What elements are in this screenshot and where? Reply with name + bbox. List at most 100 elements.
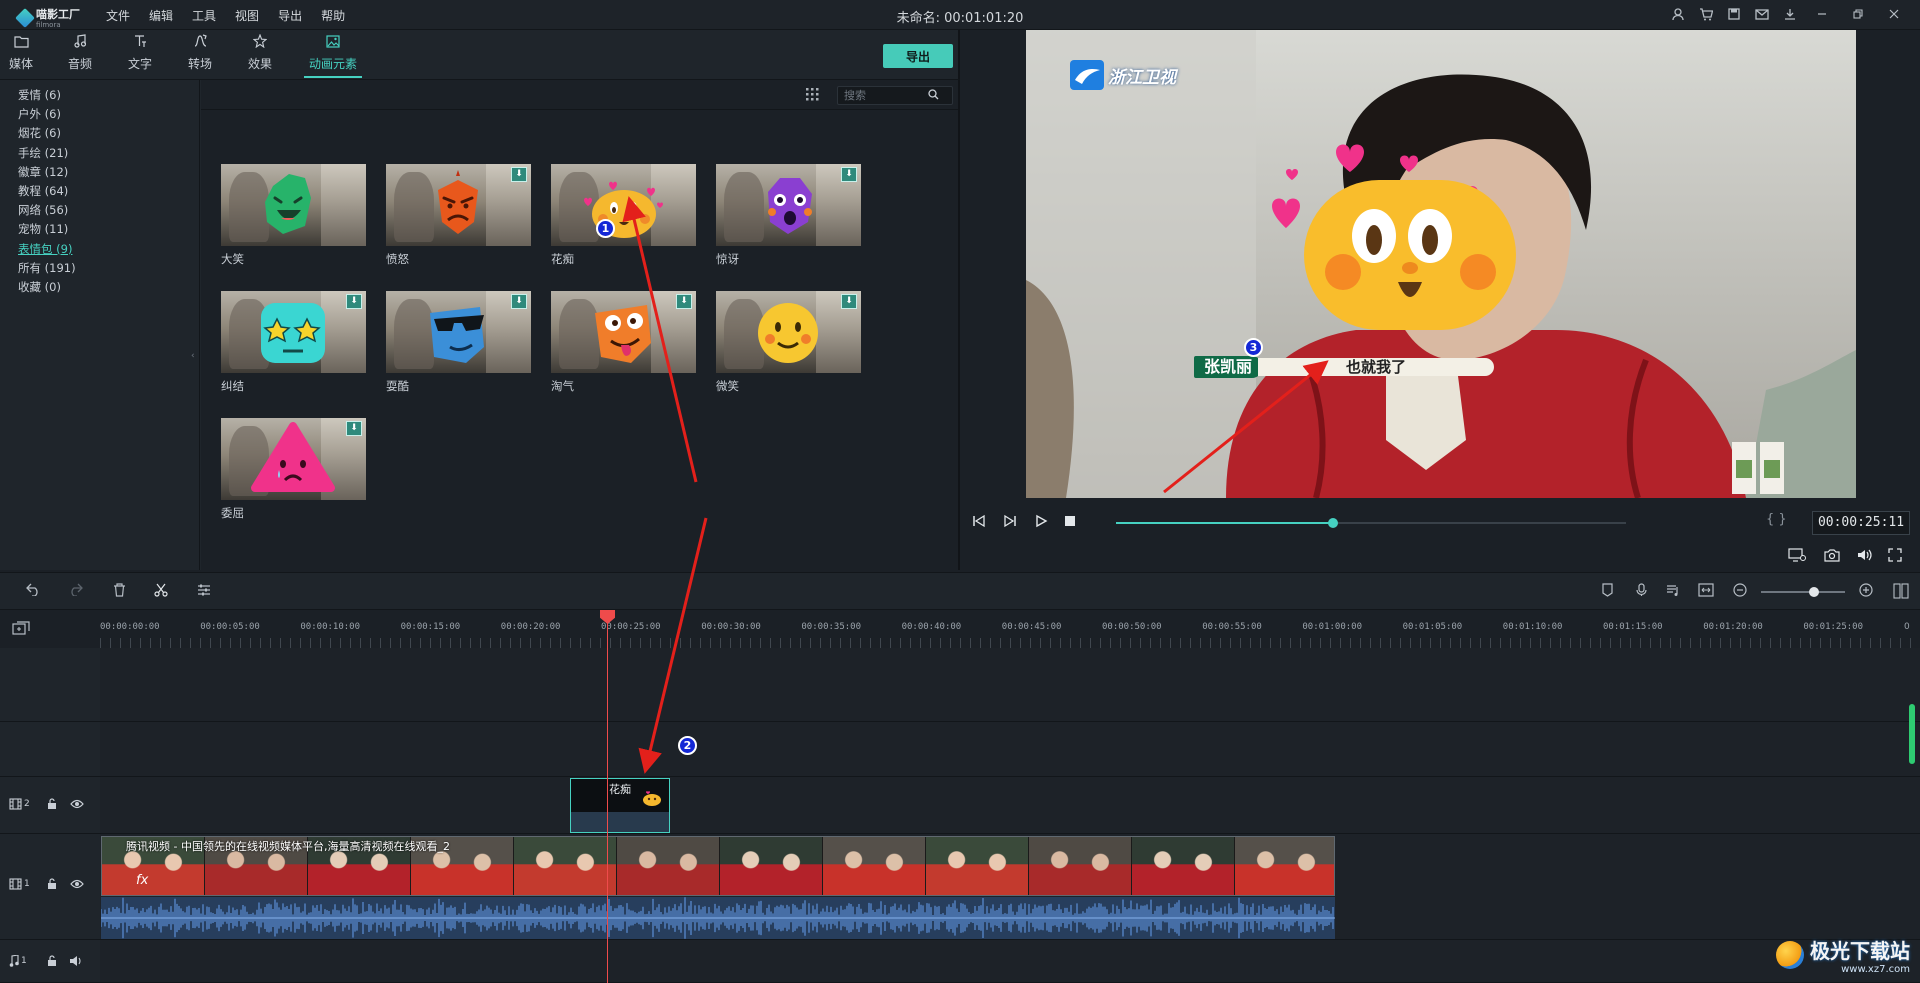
fullscreen-icon[interactable] — [1888, 548, 1902, 566]
menu-tools[interactable]: 工具 — [192, 7, 216, 24]
search-input[interactable] — [838, 89, 928, 102]
zoom-in-icon[interactable] — [1859, 583, 1873, 601]
sticker-thumb-infatuated[interactable]: 花痴 — [551, 164, 696, 267]
video-preview[interactable]: 浙江卫视 张凯丽 也就我了 — [1026, 30, 1856, 498]
category-item[interactable]: 爱情 (6) — [0, 86, 199, 105]
lock-icon[interactable] — [47, 798, 57, 813]
sticker-label: 大笑 — [221, 252, 244, 266]
eye-icon[interactable] — [70, 879, 84, 892]
fx-icon[interactable]: fx — [136, 873, 148, 888]
zoom-out-icon[interactable] — [1733, 583, 1747, 601]
tab-media[interactable]: 媒体 — [0, 34, 50, 78]
fit-timeline-icon[interactable] — [1698, 583, 1714, 601]
tab-audio[interactable]: 音频 — [51, 34, 109, 78]
tab-text[interactable]: 文字 — [111, 34, 169, 78]
lock-icon[interactable] — [47, 955, 57, 970]
zoom-slider[interactable] — [1761, 587, 1845, 597]
collapse-left-icon[interactable]: ‹ — [191, 351, 195, 361]
audio-mixer-icon[interactable] — [1666, 583, 1680, 601]
category-item[interactable]: 收藏 (0) — [0, 278, 199, 297]
category-item[interactable]: 教程 (64) — [0, 182, 199, 201]
sticker-thumb-smile[interactable]: ⬇ 微笑 — [716, 291, 861, 394]
mail-icon[interactable] — [1754, 6, 1770, 22]
mark-in-out[interactable]: { } — [1766, 512, 1787, 527]
panel-toggle-icon[interactable] — [1893, 583, 1909, 603]
download-badge-icon[interactable]: ⬇ — [346, 421, 362, 436]
play-icon[interactable] — [1034, 514, 1048, 532]
menu-file[interactable]: 文件 — [106, 7, 130, 24]
angry-emoji-icon — [438, 170, 478, 234]
speaker-icon[interactable] — [69, 955, 83, 970]
ruler-time-label: 00:00:15:00 — [400, 622, 461, 632]
preview-panel: 浙江卫视 张凯丽 也就我了 {} 00:00:25:11 — [962, 30, 1920, 570]
category-item[interactable]: 手绘 (21) — [0, 144, 199, 163]
emoji-overlay-sticker[interactable] — [1254, 112, 1554, 352]
prev-frame-icon[interactable] — [972, 514, 986, 532]
sticker-thumb-laugh[interactable]: 大笑 — [221, 164, 366, 267]
lock-icon[interactable] — [47, 878, 57, 893]
stop-icon[interactable] — [1064, 515, 1076, 531]
next-frame-icon[interactable] — [1003, 514, 1017, 532]
category-item[interactable]: 徽章 (12) — [0, 163, 199, 182]
zoom-slider-handle[interactable] — [1809, 587, 1819, 597]
scrubber-handle[interactable] — [1327, 518, 1338, 528]
snapshot-icon[interactable] — [1824, 548, 1840, 566]
cut-icon[interactable] — [154, 583, 168, 601]
adjust-icon[interactable] — [197, 583, 211, 601]
close-icon[interactable] — [1882, 6, 1906, 22]
download-badge-icon[interactable]: ⬇ — [676, 294, 692, 309]
category-item-active[interactable]: 表情包 (9) — [0, 240, 199, 259]
category-item[interactable]: 户外 (6) — [0, 105, 199, 124]
download-badge-icon[interactable]: ⬇ — [841, 167, 857, 182]
marker-icon[interactable] — [1602, 583, 1613, 601]
restore-icon[interactable] — [1846, 6, 1870, 22]
category-item[interactable]: 所有 (191) — [0, 259, 199, 278]
undo-icon[interactable] — [26, 583, 41, 600]
video-clip[interactable]: 腾讯视频 - 中国领先的在线视频媒体平台,海量高清视频在线观看_2 fx — [101, 836, 1335, 896]
tab-animation-elements[interactable]: 动画元素 — [304, 34, 362, 78]
record-voice-icon[interactable] — [1636, 583, 1647, 601]
tab-animation-elements-label: 动画元素 — [308, 57, 357, 71]
cart-icon[interactable] — [1698, 6, 1714, 22]
save-icon[interactable] — [1726, 6, 1742, 22]
ruler-end-tick: 0 — [1904, 622, 1910, 632]
redo-icon[interactable] — [68, 583, 83, 600]
sticker-thumb-angry[interactable]: ⬇ 愤怒 — [386, 164, 531, 267]
sticker-thumb-cool[interactable]: ⬇ 耍酷 — [386, 291, 531, 394]
download-badge-icon[interactable]: ⬇ — [841, 294, 857, 309]
menu-help[interactable]: 帮助 — [321, 7, 345, 24]
account-icon[interactable] — [1670, 6, 1686, 22]
add-track-icon[interactable] — [12, 621, 30, 638]
timeline-ruler[interactable]: 00:00:00:00 00:00:05:00 00:00:10:00 00:00:1… — [0, 610, 1920, 648]
playback-scrubber[interactable] — [1116, 518, 1626, 528]
sticker-thumb-surprised[interactable]: ⬇ 惊讶 — [716, 164, 861, 267]
download-badge-icon[interactable]: ⬇ — [346, 294, 362, 309]
menu-view[interactable]: 视图 — [235, 7, 259, 24]
sticker-clip[interactable]: 花痴 — [570, 778, 670, 833]
tab-effects[interactable]: 效果 — [231, 33, 289, 78]
display-settings-icon[interactable] — [1788, 548, 1806, 566]
category-item[interactable]: 烟花 (6) — [0, 124, 199, 143]
download-badge-icon[interactable]: ⬇ — [511, 294, 527, 309]
tab-transition[interactable]: 转场 — [171, 34, 229, 78]
category-item[interactable]: 网络 (56) — [0, 201, 199, 220]
download-badge-icon[interactable]: ⬇ — [511, 167, 527, 182]
audio-track-1-area — [100, 940, 1920, 983]
audio-waveform[interactable] — [101, 897, 1335, 939]
minimize-icon[interactable] — [1810, 6, 1834, 22]
eye-icon[interactable] — [70, 799, 84, 812]
sticker-thumb-tangled[interactable]: ⬇ 纠结 — [221, 291, 366, 394]
menu-edit[interactable]: 编辑 — [149, 7, 173, 24]
grid-view-icon[interactable] — [806, 88, 819, 105]
menu-export[interactable]: 导出 — [278, 7, 302, 24]
export-button[interactable]: 导出 — [883, 44, 953, 68]
search-icon[interactable] — [928, 88, 939, 103]
download-icon[interactable] — [1782, 6, 1798, 22]
timeline-vertical-scrollbar[interactable] — [1909, 704, 1915, 764]
delete-icon[interactable] — [113, 583, 126, 601]
sticker-thumb-aggrieved[interactable]: ⬇ 委屈 — [221, 418, 366, 521]
category-item[interactable]: 宠物 (11) — [0, 220, 199, 239]
sticker-thumb-naughty[interactable]: ⬇ 淘气 — [551, 291, 696, 394]
volume-icon[interactable] — [1857, 548, 1873, 566]
laugh-emoji-icon — [265, 174, 311, 234]
